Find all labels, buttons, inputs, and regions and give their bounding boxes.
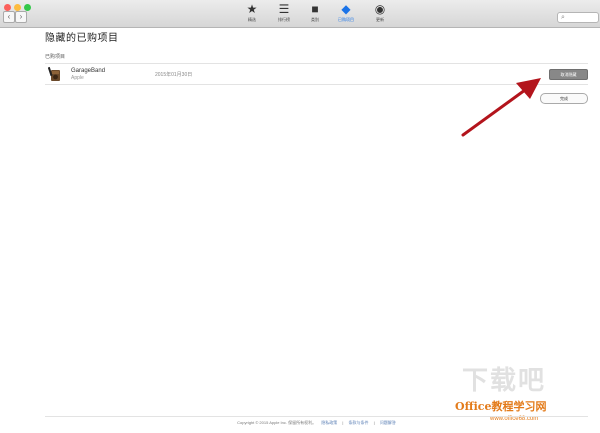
page-title: 隐藏的已购项目 [45, 33, 119, 44]
garageband-app-icon [48, 66, 60, 81]
search-field[interactable]: ⌕ [557, 12, 599, 23]
divider [45, 84, 588, 85]
search-icon: ⌕ [561, 14, 565, 21]
tab-top-charts[interactable]: ☰ 排行榜 [269, 3, 299, 23]
tab-categories[interactable]: ■ 类别 [300, 3, 330, 23]
arrow-shaft [461, 88, 527, 137]
tab-featured-label: 精选 [248, 17, 256, 22]
box-icon: ■ [311, 2, 319, 16]
tab-categories-label: 类别 [311, 17, 319, 22]
tab-purchased-label: 已购项目 [338, 17, 354, 22]
app-name: GarageBand [71, 68, 106, 74]
chevron-left-icon: ‹ [7, 12, 11, 21]
star-icon: ★ [246, 2, 258, 16]
tab-top-charts-label: 排行榜 [278, 17, 290, 22]
footer-separator: | [373, 420, 375, 425]
footer-divider [45, 416, 588, 417]
tab-purchased[interactable]: ◆ 已购项目 [331, 3, 361, 23]
privacy-policy-link[interactable]: 隐私政策 [321, 420, 337, 425]
unhide-button[interactable]: 取消隐藏 [549, 69, 588, 80]
tab-featured[interactable]: ★ 精选 [237, 3, 267, 23]
close-window-button[interactable] [4, 4, 11, 11]
tab-updates[interactable]: ◉ 更新 [365, 3, 395, 23]
list-icon: ☰ [278, 2, 290, 16]
done-button[interactable]: 完成 [540, 93, 588, 104]
app-developer: Apple [71, 75, 84, 81]
copyright-text: Copyright © 2015 Apple Inc. 保留所有权利。 [237, 420, 317, 425]
tab-updates-label: 更新 [376, 17, 384, 22]
footer-separator: | [342, 420, 344, 425]
watermark-brand: Office教程学习网 [455, 400, 547, 413]
section-label: 已购项目 [45, 54, 66, 60]
window-titlebar: ‹ › ★ 精选 ☰ 排行榜 ■ 类别 ◆ 已购项目 ◉ 更新 ⌕ [0, 0, 600, 28]
forward-button[interactable]: › [15, 11, 27, 23]
divider [45, 63, 588, 64]
purchase-date: 2015年01月30日 [155, 72, 193, 78]
zoom-window-button[interactable] [24, 4, 31, 11]
watermark-ghost-text: 下载吧 [462, 365, 547, 395]
minimize-window-button[interactable] [14, 4, 21, 11]
update-icon: ◉ [374, 2, 386, 16]
back-button[interactable]: ‹ [3, 11, 15, 23]
chevron-right-icon: › [19, 12, 23, 21]
tag-icon: ◆ [341, 2, 351, 16]
arrow-head [516, 78, 541, 99]
search-input[interactable] [568, 13, 596, 22]
footer: Copyright © 2015 Apple Inc. 保留所有权利。 隐私政策… [45, 419, 588, 427]
faq-link[interactable]: 问题解答 [380, 420, 396, 425]
terms-link[interactable]: 条款与条件 [349, 420, 369, 425]
